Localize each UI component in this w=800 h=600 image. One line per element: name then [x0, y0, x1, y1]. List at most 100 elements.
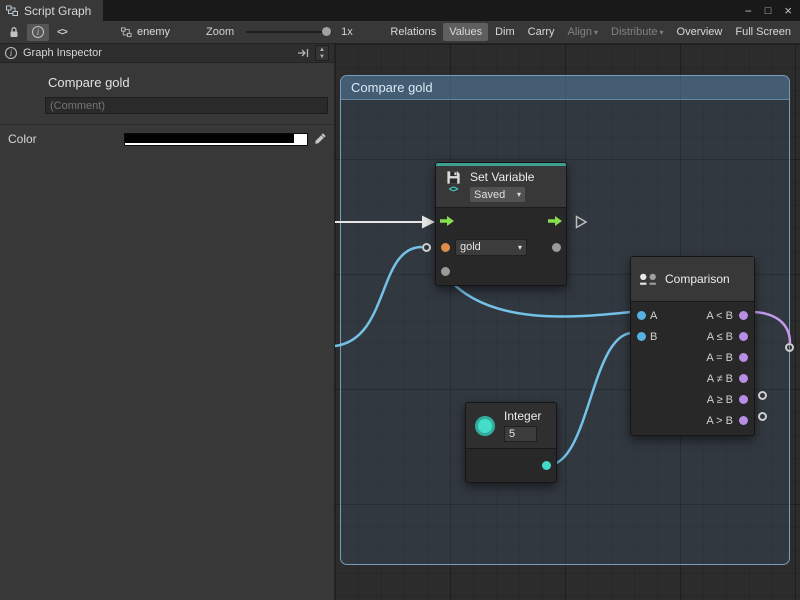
input-value-row — [436, 260, 566, 282]
open-port-a-gt-b[interactable] — [758, 412, 767, 421]
zoom-value: 1x — [341, 26, 353, 38]
input-label: B — [650, 331, 662, 343]
toolbar-right-group: Relations Values Dim Carry Align▾ Distri… — [384, 23, 797, 41]
output-port-a-eq-b[interactable] — [739, 353, 748, 362]
output-port-a-less-b[interactable] — [739, 311, 748, 320]
output-label: A ≤ B — [707, 331, 733, 343]
zoom-slider[interactable] — [246, 31, 332, 33]
output-label: A < B — [706, 310, 733, 322]
chevron-down-icon: ▾ — [518, 243, 522, 252]
graph-inspector-header: i Graph Inspector ▲ ▼ — [0, 44, 334, 63]
wire-comparison-output[interactable] — [751, 312, 790, 343]
integer-icon — [475, 416, 495, 436]
output-port-a-neq-b[interactable] — [739, 374, 748, 383]
divider — [0, 124, 334, 125]
output-label: A ≠ B — [707, 373, 733, 385]
set-variable-header[interactable]: <> Set Variable Saved ▾ — [436, 166, 566, 208]
integer-header[interactable]: Integer — [466, 403, 556, 449]
output-port-a-gte-b[interactable] — [739, 395, 748, 404]
zoom-slider-handle[interactable] — [322, 27, 331, 36]
variable-code-icon: <> — [449, 185, 458, 194]
window-titlebar: Script Graph − □ × — [0, 0, 800, 21]
node-title: Integer — [504, 409, 541, 423]
input-port-b[interactable] — [637, 332, 646, 341]
comparison-row: A A < B — [631, 305, 754, 326]
wire-integer-to-comparison-b[interactable] — [549, 333, 631, 465]
panel-stepper[interactable]: ▲ ▼ — [315, 45, 329, 61]
chevron-down-icon: ▾ — [594, 28, 598, 37]
color-swatch[interactable] — [124, 133, 308, 146]
window-controls: − □ × — [745, 0, 792, 21]
set-variable-icon-column: <> — [442, 170, 464, 202]
set-variable-title-block: Set Variable Saved ▾ — [470, 170, 534, 202]
node-integer[interactable]: Integer — [465, 402, 557, 483]
integer-value-input[interactable] — [504, 426, 537, 442]
variable-name-port[interactable] — [441, 243, 450, 252]
carry-button[interactable]: Carry — [522, 23, 561, 41]
flow-input-port[interactable] — [440, 216, 454, 226]
wire-flow-arrowhead — [422, 216, 435, 229]
script-graph-icon — [6, 5, 18, 17]
input-port-a[interactable] — [637, 311, 646, 320]
comment-input[interactable] — [45, 97, 328, 114]
output-port-a-gt-b[interactable] — [739, 416, 748, 425]
code-icon: <> — [57, 27, 67, 38]
color-swatch-alpha — [294, 134, 307, 145]
comparison-row: A = B — [631, 347, 754, 368]
graph-reference-button[interactable]: enemy — [121, 26, 170, 38]
zoom-label: Zoom — [206, 26, 234, 38]
align-button[interactable]: Align▾ — [562, 23, 604, 41]
distribute-button[interactable]: Distribute▾ — [605, 23, 669, 41]
eyedropper-button[interactable] — [314, 133, 326, 145]
variable-name-dropdown[interactable]: gold ▾ — [455, 239, 527, 256]
expand-panel-icon[interactable] — [297, 47, 309, 59]
color-label: Color — [8, 132, 124, 146]
node-comparison[interactable]: Comparison A A < B B A ≤ B — [630, 256, 755, 436]
comparison-row: B A ≤ B — [631, 326, 754, 347]
dim-button[interactable]: Dim — [489, 23, 521, 41]
node-title: Comparison — [665, 272, 730, 286]
maximize-button[interactable]: □ — [765, 5, 772, 17]
fullscreen-button[interactable]: Full Screen — [729, 23, 797, 41]
color-swatch-value — [125, 134, 294, 145]
node-title: Set Variable — [470, 170, 534, 184]
flow-output-port[interactable] — [548, 216, 562, 226]
variable-scope-dropdown[interactable]: Saved ▾ — [470, 187, 525, 202]
output-label: A ≥ B — [707, 394, 733, 406]
chevron-down-icon: ▾ — [660, 28, 664, 37]
input-value-port[interactable] — [441, 267, 450, 276]
tab-script-graph[interactable]: Script Graph — [0, 0, 103, 21]
output-value-port[interactable] — [552, 243, 561, 252]
lock-icon — [8, 26, 20, 38]
output-label: A > B — [706, 415, 733, 427]
graph-file-icon — [121, 27, 132, 38]
code-preview-button[interactable]: <> — [51, 24, 73, 41]
values-button[interactable]: Values — [443, 23, 488, 41]
scope-value: Saved — [474, 189, 505, 201]
comparison-header[interactable]: Comparison — [631, 257, 754, 302]
graph-canvas[interactable]: Compare gold — [335, 44, 800, 600]
close-button[interactable]: × — [784, 3, 792, 18]
overview-button[interactable]: Overview — [671, 23, 729, 41]
open-port-wire-end[interactable] — [785, 343, 794, 352]
save-variable-icon — [446, 170, 461, 185]
graph-inspector-panel: i Graph Inspector ▲ ▼ Compare gold Color — [0, 44, 335, 600]
integer-output-port[interactable] — [542, 461, 551, 470]
eyedropper-icon — [314, 133, 326, 145]
inspector-toggle-button[interactable]: i — [27, 24, 49, 41]
stepper-down-icon[interactable]: ▼ — [319, 54, 325, 60]
comparison-row: A ≥ B — [631, 389, 754, 410]
node-set-variable[interactable]: <> Set Variable Saved ▾ — [435, 162, 567, 286]
tab-title: Script Graph — [24, 4, 91, 18]
wire-value-left[interactable] — [335, 247, 422, 346]
set-variable-body: gold ▾ — [436, 208, 566, 285]
lock-button[interactable] — [3, 24, 25, 41]
relations-button[interactable]: Relations — [384, 23, 442, 41]
open-port-left-of-set-variable[interactable] — [422, 243, 431, 252]
open-port-a-gte-b[interactable] — [758, 391, 767, 400]
output-port-a-lte-b[interactable] — [739, 332, 748, 341]
stepper-up-icon[interactable]: ▲ — [319, 47, 325, 53]
minimize-button[interactable]: − — [745, 4, 752, 18]
variable-name-value: gold — [460, 241, 481, 253]
flow-continue-triangle[interactable] — [575, 215, 588, 229]
